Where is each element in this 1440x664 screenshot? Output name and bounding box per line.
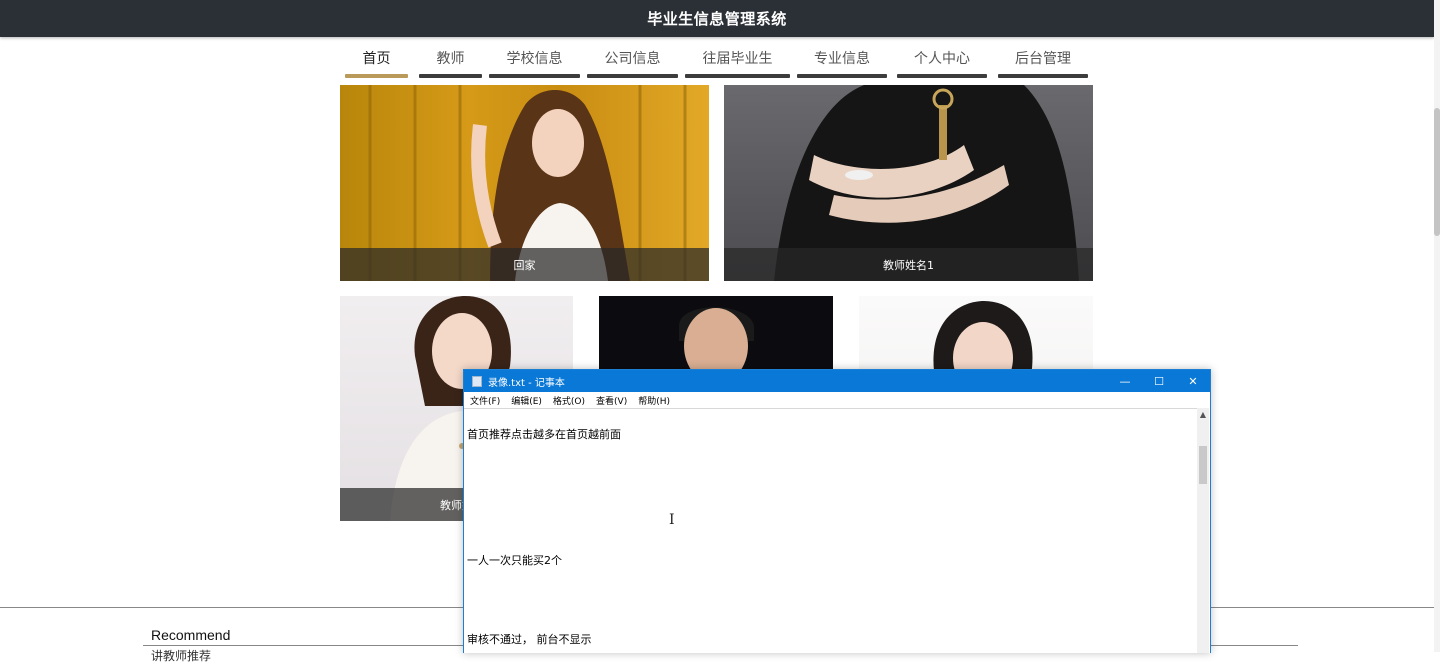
text-line: 一人一次只能买2个 — [467, 554, 562, 567]
teacher-card[interactable]: 回家 — [340, 85, 709, 281]
nav-label: 首页 — [362, 50, 391, 67]
menu-edit[interactable]: 编辑(E) — [511, 394, 542, 407]
recommend-subheading: 讲教师推荐 — [151, 649, 212, 663]
text-cursor-icon: I — [669, 512, 675, 528]
notepad-title: 录像.txt - 记事本 — [488, 377, 565, 389]
card-caption: 回家 — [340, 248, 709, 281]
notepad-scrollbar[interactable]: ▲ — [1197, 408, 1209, 653]
nav-item-home[interactable]: 首页 — [345, 37, 408, 78]
site-title: 毕业生信息管理系统 — [647, 10, 787, 28]
text-line: 审核不通过， 前台不显示 — [467, 633, 592, 646]
nav-item-alumni[interactable]: 往届毕业生 — [685, 37, 790, 78]
page-scrollbar-thumb[interactable] — [1434, 108, 1440, 236]
notepad-text-area[interactable]: 首页推荐点击越多在首页越前面 一人一次只能买2个 审核不通过， 前台不显示 — [464, 408, 1197, 654]
menu-file[interactable]: 文件(F) — [470, 394, 500, 407]
nav-label: 个人中心 — [914, 50, 970, 67]
close-button[interactable]: ✕ — [1176, 370, 1210, 392]
notepad-menubar: 文件(F) 编辑(E) 格式(O) 查看(V) 帮助(H) — [464, 392, 1210, 408]
menu-format[interactable]: 格式(O) — [553, 394, 585, 407]
nav-item-major-info[interactable]: 专业信息 — [797, 37, 887, 78]
notepad-titlebar[interactable]: 录像.txt - 记事本 — ☐ ✕ — [464, 370, 1210, 392]
page-scrollbar[interactable] — [1434, 0, 1440, 652]
menu-view[interactable]: 查看(V) — [596, 394, 627, 407]
nav-item-teachers[interactable]: 教师 — [419, 37, 482, 78]
notepad-icon — [472, 375, 482, 387]
top-header: 毕业生信息管理系统 — [0, 0, 1434, 37]
menu-help[interactable]: 帮助(H) — [638, 394, 670, 407]
card-caption: 教师姓名1 — [724, 248, 1093, 281]
notepad-scrollbar-thumb[interactable] — [1199, 446, 1207, 484]
nav-item-admin[interactable]: 后台管理 — [998, 37, 1088, 78]
recommend-heading: Recommend — [151, 627, 231, 643]
notepad-window[interactable]: 录像.txt - 记事本 — ☐ ✕ 文件(F) 编辑(E) 格式(O) 查看(… — [463, 369, 1211, 653]
minimize-button[interactable]: — — [1108, 370, 1142, 392]
nav-label: 后台管理 — [1015, 50, 1071, 67]
nav-item-company-info[interactable]: 公司信息 — [587, 37, 678, 78]
nav-item-personal-center[interactable]: 个人中心 — [897, 37, 987, 78]
nav-label: 教师 — [436, 50, 465, 67]
nav-label: 公司信息 — [604, 50, 661, 67]
nav-item-school-info[interactable]: 学校信息 — [489, 37, 580, 78]
nav-label: 学校信息 — [506, 50, 563, 67]
nav-label: 专业信息 — [814, 50, 870, 67]
nav-label: 往届毕业生 — [702, 50, 773, 67]
main-nav: 首页 教师 学校信息 公司信息 往届毕业生 专业信息 个人中心 后台管理 — [0, 37, 1434, 78]
maximize-button[interactable]: ☐ — [1142, 370, 1176, 392]
teacher-card[interactable]: 教师姓名1 — [724, 85, 1093, 281]
text-line: 首页推荐点击越多在首页越前面 — [467, 428, 621, 441]
scroll-up-arrow-icon[interactable]: ▲ — [1197, 410, 1209, 420]
